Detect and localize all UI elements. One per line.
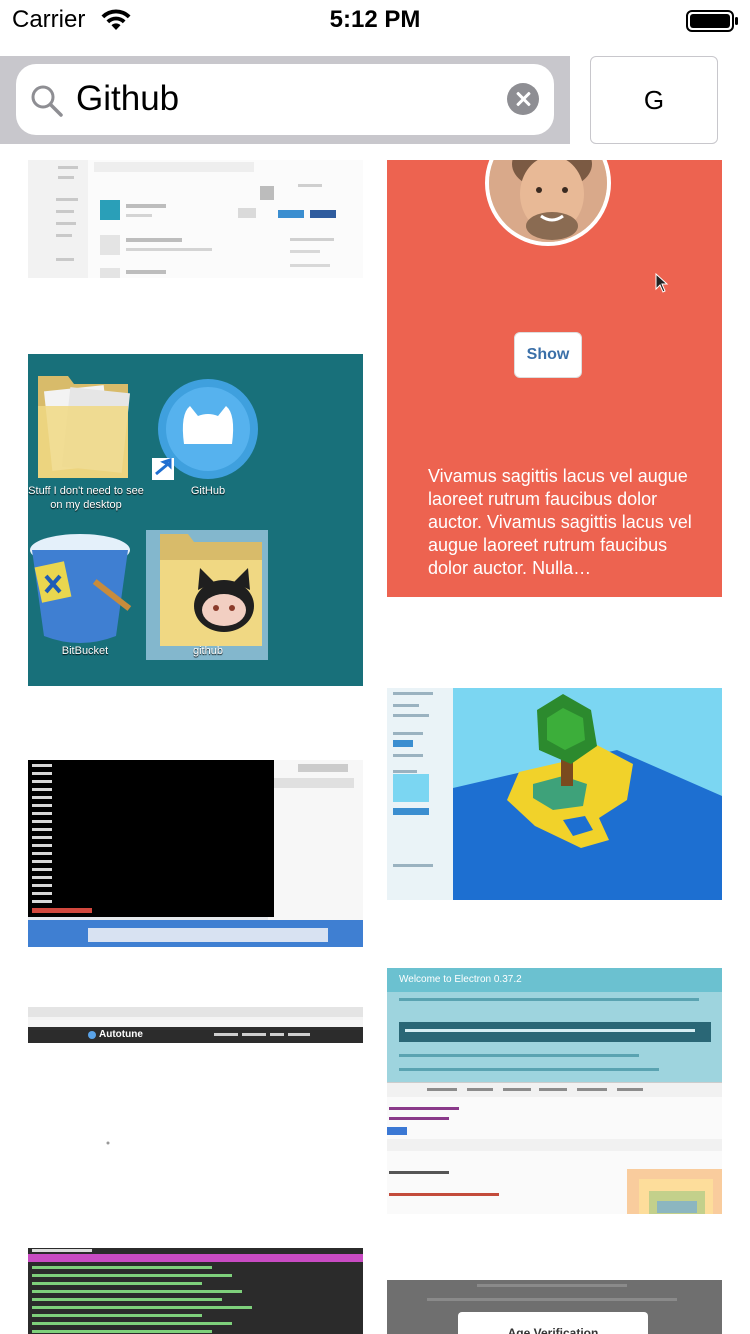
show-button[interactable]: Show [514, 332, 582, 378]
voxel-scene [387, 688, 722, 900]
result-image-age-verification[interactable]: Age Verification [387, 1280, 722, 1334]
avatar [485, 160, 611, 246]
bitbucket-label: BitBucket [61, 645, 109, 657]
result-image-terminal[interactable] [28, 760, 363, 947]
result-image-electron[interactable]: Welcome to Electron 0.37.2 [387, 968, 722, 1214]
search-icon [31, 85, 63, 117]
autotune-page [28, 1007, 363, 1189]
battery-icon [686, 10, 738, 32]
page-thumbnail [28, 160, 363, 278]
desktop-icons [28, 354, 363, 686]
screen: Carrier 5:12 PM Github G Show Vivamus sa… [0, 0, 750, 1334]
search-bar [0, 56, 570, 144]
folder-label: Stuff I don't need to see on my desktop [28, 485, 144, 511]
autotune-brand: Autotune [99, 1029, 143, 1040]
result-image-git-terminal[interactable] [28, 1248, 363, 1334]
github-label: GitHub [190, 485, 226, 497]
github-folder-label: github [193, 645, 223, 657]
search-input[interactable] [76, 76, 496, 122]
electron-body [387, 992, 722, 1082]
result-image-desktop[interactable]: Stuff I don't need to see on my desktop … [28, 354, 363, 686]
git-terminal [28, 1248, 363, 1334]
clock: 5:12 PM [329, 6, 421, 33]
age-verification-title: Age Verification [458, 1312, 648, 1334]
result-image-voxel[interactable] [387, 688, 722, 900]
card-body-text: Vivamus sagittis lacus vel augue laoreet… [428, 466, 692, 578]
clear-icon[interactable] [507, 83, 539, 115]
status-bar: Carrier 5:12 PM [0, 0, 750, 40]
result-image-card[interactable]: Show Vivamus sagittis lacus vel augue la… [387, 160, 722, 597]
search-field[interactable] [16, 64, 554, 135]
g-button[interactable]: G [590, 56, 718, 144]
devtools-panel [387, 1082, 722, 1214]
electron-header: Welcome to Electron 0.37.2 [387, 968, 722, 992]
terminal-window [28, 760, 363, 947]
result-image-producthunt[interactable] [28, 160, 363, 278]
result-image-autotune[interactable]: Autotune [28, 1007, 363, 1189]
cursor-icon [655, 273, 669, 293]
